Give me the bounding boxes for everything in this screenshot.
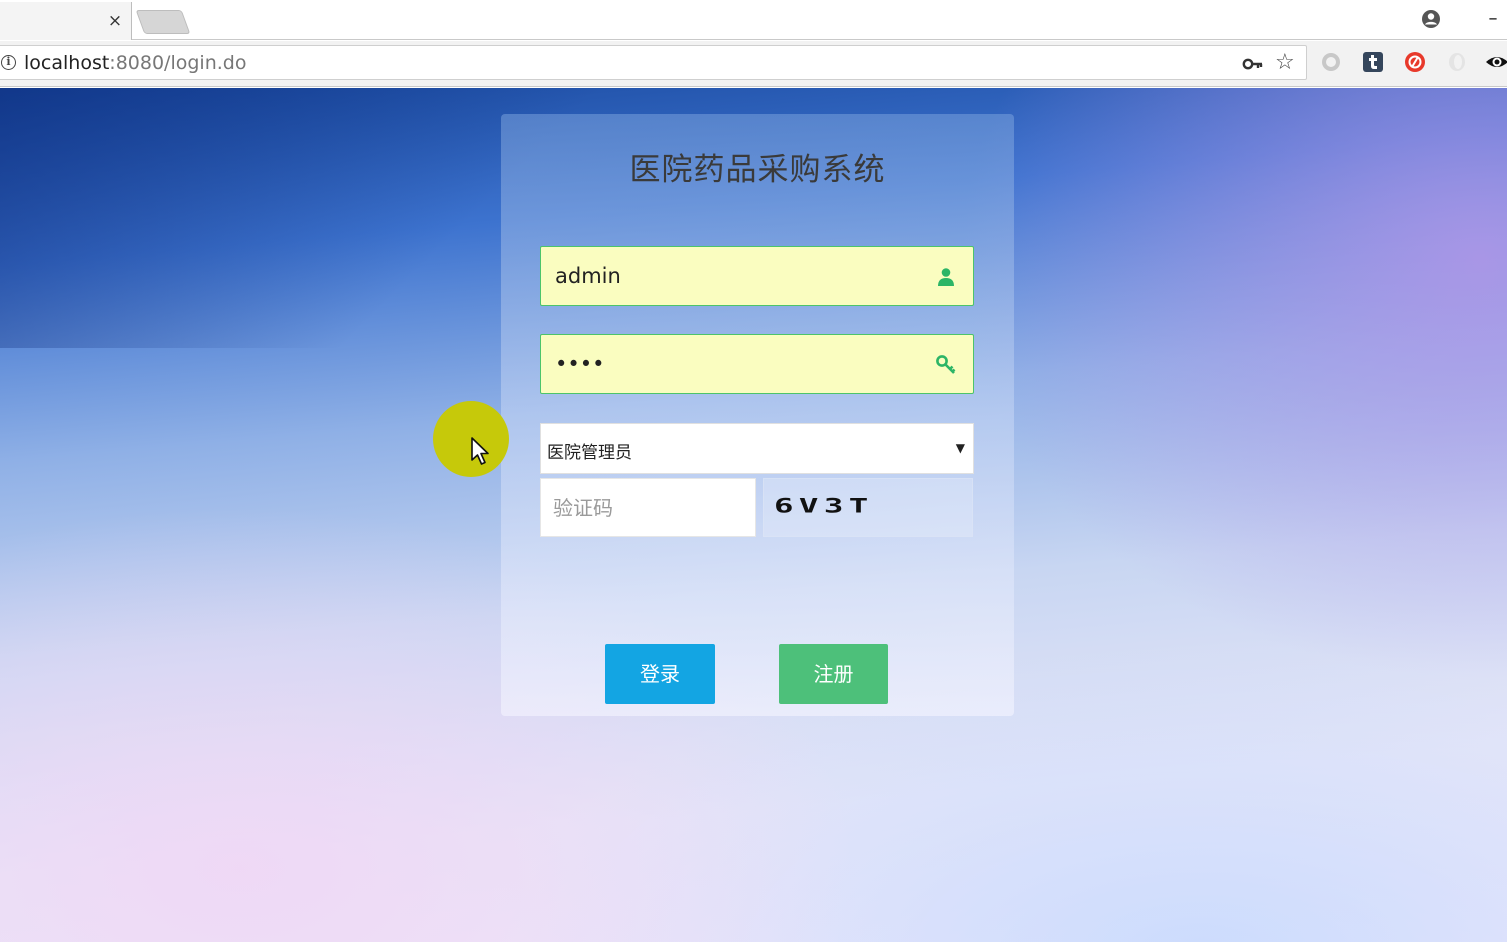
username-input[interactable] [555, 247, 925, 304]
extension-tumblr-icon[interactable] [1361, 50, 1385, 74]
url-host: localhost [24, 52, 110, 74]
active-tab[interactable]: × [0, 2, 132, 40]
page-background: 医院药品采购系统 医院管理员 ▼ 6V3T 登录 注册 [0, 88, 1507, 942]
password-key-icon [936, 355, 956, 374]
login-button[interactable]: 登录 [605, 644, 715, 704]
url-path: :8080/login.do [109, 52, 247, 74]
new-tab-button[interactable] [135, 10, 191, 34]
browser-toolbar: i localhost:8080/login.do ☆ [0, 41, 1507, 87]
password-input[interactable] [555, 335, 925, 392]
url-text[interactable]: localhost:8080/login.do [24, 52, 246, 74]
user-icon [938, 268, 954, 286]
captcha-text: 6V3T [774, 494, 874, 518]
tab-close-button[interactable]: × [104, 10, 126, 32]
extension-grey-icon[interactable] [1445, 50, 1469, 74]
mouse-cursor-icon [471, 437, 489, 465]
info-icon[interactable]: i [1, 55, 16, 70]
dropdown-caret-icon: ▼ [955, 441, 965, 455]
tab-strip: × – [0, 0, 1507, 40]
profile-icon[interactable] [1420, 8, 1442, 30]
bookmark-star-icon[interactable]: ☆ [1275, 52, 1297, 74]
captcha-field[interactable] [540, 478, 756, 537]
page-title: 医院药品采购系统 [629, 152, 886, 188]
captcha-image[interactable]: 6V3T [763, 478, 973, 537]
role-select[interactable]: 医院管理员 ▼ [540, 423, 974, 474]
address-bar[interactable]: i localhost:8080/login.do ☆ [0, 45, 1307, 80]
extension-circle-icon[interactable] [1319, 50, 1343, 74]
key-icon[interactable] [1242, 56, 1264, 72]
register-button[interactable]: 注册 [779, 644, 888, 704]
captcha-input[interactable] [553, 479, 743, 536]
role-select-value: 医院管理员 [547, 443, 632, 463]
login-card: 医院药品采购系统 医院管理员 ▼ 6V3T 登录 注册 [501, 114, 1014, 716]
extension-red-icon[interactable] [1403, 50, 1427, 74]
window-minimize-button[interactable]: – [1480, 6, 1506, 32]
username-field[interactable] [540, 246, 974, 306]
extension-eye-icon[interactable] [1485, 50, 1507, 74]
password-field[interactable] [540, 334, 974, 394]
